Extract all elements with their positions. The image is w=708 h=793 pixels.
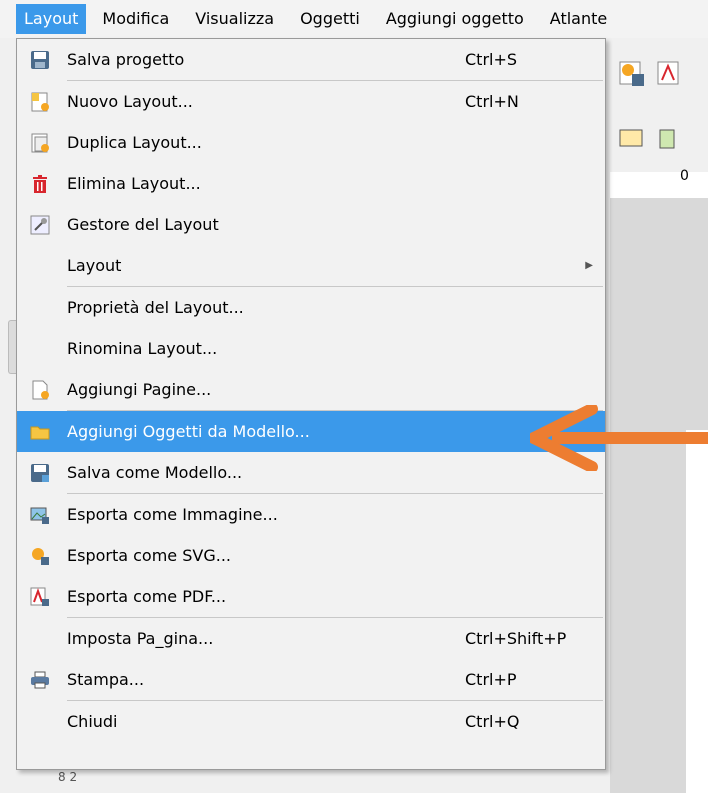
menu-item-esporta-pdf[interactable]: Esporta come PDF... [17, 576, 605, 617]
menu-item-label: Esporta come SVG... [67, 546, 231, 565]
menu-item-esporta-svg[interactable]: Esporta come SVG... [17, 535, 605, 576]
menu-item-shortcut: Ctrl+Q [465, 712, 520, 731]
menu-item-shortcut: Ctrl+N [465, 92, 519, 111]
folder-icon [29, 421, 51, 443]
export-svg-icon [29, 545, 51, 567]
export-image-icon [29, 504, 51, 526]
menu-item-shortcut: Ctrl+P [465, 670, 517, 689]
menu-item-shortcut: Ctrl+S [465, 50, 518, 69]
printer-icon [29, 669, 51, 691]
layout-page[interactable] [686, 430, 708, 793]
left-panel-strip [0, 38, 16, 793]
export-svg-icon [619, 61, 644, 86]
export-pdf-toolbar-button[interactable] [656, 60, 684, 88]
menu-item-label: Duplica Layout... [67, 133, 202, 152]
menubar-aggiungi-oggetto[interactable]: Aggiungi oggetto [376, 4, 534, 34]
menu-item-label: Esporta come Immagine... [67, 505, 278, 524]
menu-item-imposta-pagina[interactable]: Imposta Pa_gina... Ctrl+Shift+P [17, 618, 605, 659]
menu-item-aggiungi-pagine[interactable]: Aggiungi Pagine... [17, 369, 605, 410]
menu-item-label: Nuovo Layout... [67, 92, 193, 111]
menu-item-label: Proprietà del Layout... [67, 298, 244, 317]
horizontal-ruler: 0 [610, 168, 708, 199]
menubar: Layout Modifica Visualizza Oggetti Aggiu… [0, 0, 708, 38]
duplicate-layout-icon [29, 132, 51, 154]
menu-item-label: Esporta come PDF... [67, 587, 227, 606]
menubar-visualizza[interactable]: Visualizza [185, 4, 284, 34]
rectangle-icon [619, 129, 643, 147]
menu-item-salva-progetto[interactable]: Salva progetto Ctrl+S [17, 39, 605, 80]
layout-manager-icon [29, 214, 51, 236]
menu-item-nuovo-layout[interactable]: Nuovo Layout... Ctrl+N [17, 81, 605, 122]
menu-item-label: Salva progetto [67, 50, 185, 69]
annotation-arrow-icon [530, 405, 708, 471]
export-pdf-icon [29, 586, 51, 608]
menu-item-proprieta-layout[interactable]: Proprietà del Layout... [17, 287, 605, 328]
bottom-panel-stub: 8 2 [58, 770, 78, 784]
menu-item-elimina-layout[interactable]: Elimina Layout... [17, 163, 605, 204]
node-item-icon [659, 129, 675, 149]
save-template-icon [29, 462, 51, 484]
menu-item-label: Chiudi [67, 712, 118, 731]
menu-item-esporta-immagine[interactable]: Esporta come Immagine... [17, 494, 605, 535]
menu-item-gestore-layout[interactable]: Gestore del Layout [17, 204, 605, 245]
menu-item-label: Salva come Modello... [67, 463, 243, 482]
menubar-oggetti[interactable]: Oggetti [290, 4, 370, 34]
submenu-arrow-icon: ▶ [585, 260, 593, 271]
menu-item-label: Aggiungi Oggetti da Modello... [67, 422, 310, 441]
ruler-label: 0 [680, 168, 689, 184]
menu-item-rinomina-layout[interactable]: Rinomina Layout... [17, 328, 605, 369]
add-shape-toolbar-button[interactable] [618, 126, 646, 154]
menu-item-salva-modello[interactable]: Salva come Modello... [17, 452, 605, 493]
menu-item-label: Imposta Pa_gina... [67, 629, 214, 648]
save-icon [29, 49, 51, 71]
menu-item-label: Rinomina Layout... [67, 339, 218, 358]
add-pages-icon [29, 379, 51, 401]
menu-item-stampa[interactable]: Stampa... Ctrl+P [17, 659, 605, 700]
export-pdf-icon [657, 61, 679, 85]
menu-item-label: Gestore del Layout [67, 215, 219, 234]
menu-item-chiudi[interactable]: Chiudi Ctrl+Q [17, 701, 605, 742]
menu-item-duplica-layout[interactable]: Duplica Layout... [17, 122, 605, 163]
trash-icon [29, 173, 51, 195]
menu-item-label: Layout [67, 256, 122, 275]
add-node-toolbar-button[interactable] [656, 126, 684, 154]
menu-item-shortcut: Ctrl+Shift+P [465, 629, 567, 648]
menu-item-label: Stampa... [67, 670, 145, 689]
menubar-modifica[interactable]: Modifica [92, 4, 179, 34]
menubar-layout[interactable]: Layout [16, 4, 87, 34]
export-svg-toolbar-button[interactable] [618, 60, 646, 88]
new-layout-icon [29, 91, 51, 113]
menu-item-label: Elimina Layout... [67, 174, 201, 193]
menu-item-aggiungi-oggetti-modello[interactable]: Aggiungi Oggetti da Modello... [17, 411, 605, 452]
menu-item-label: Aggiungi Pagine... [67, 380, 212, 399]
menubar-atlante[interactable]: Atlante [540, 4, 617, 34]
menu-item-layout-submenu[interactable]: Layout ▶ [17, 245, 605, 286]
layout-menu: Salva progetto Ctrl+S Nuovo Layout... Ct… [16, 38, 606, 770]
